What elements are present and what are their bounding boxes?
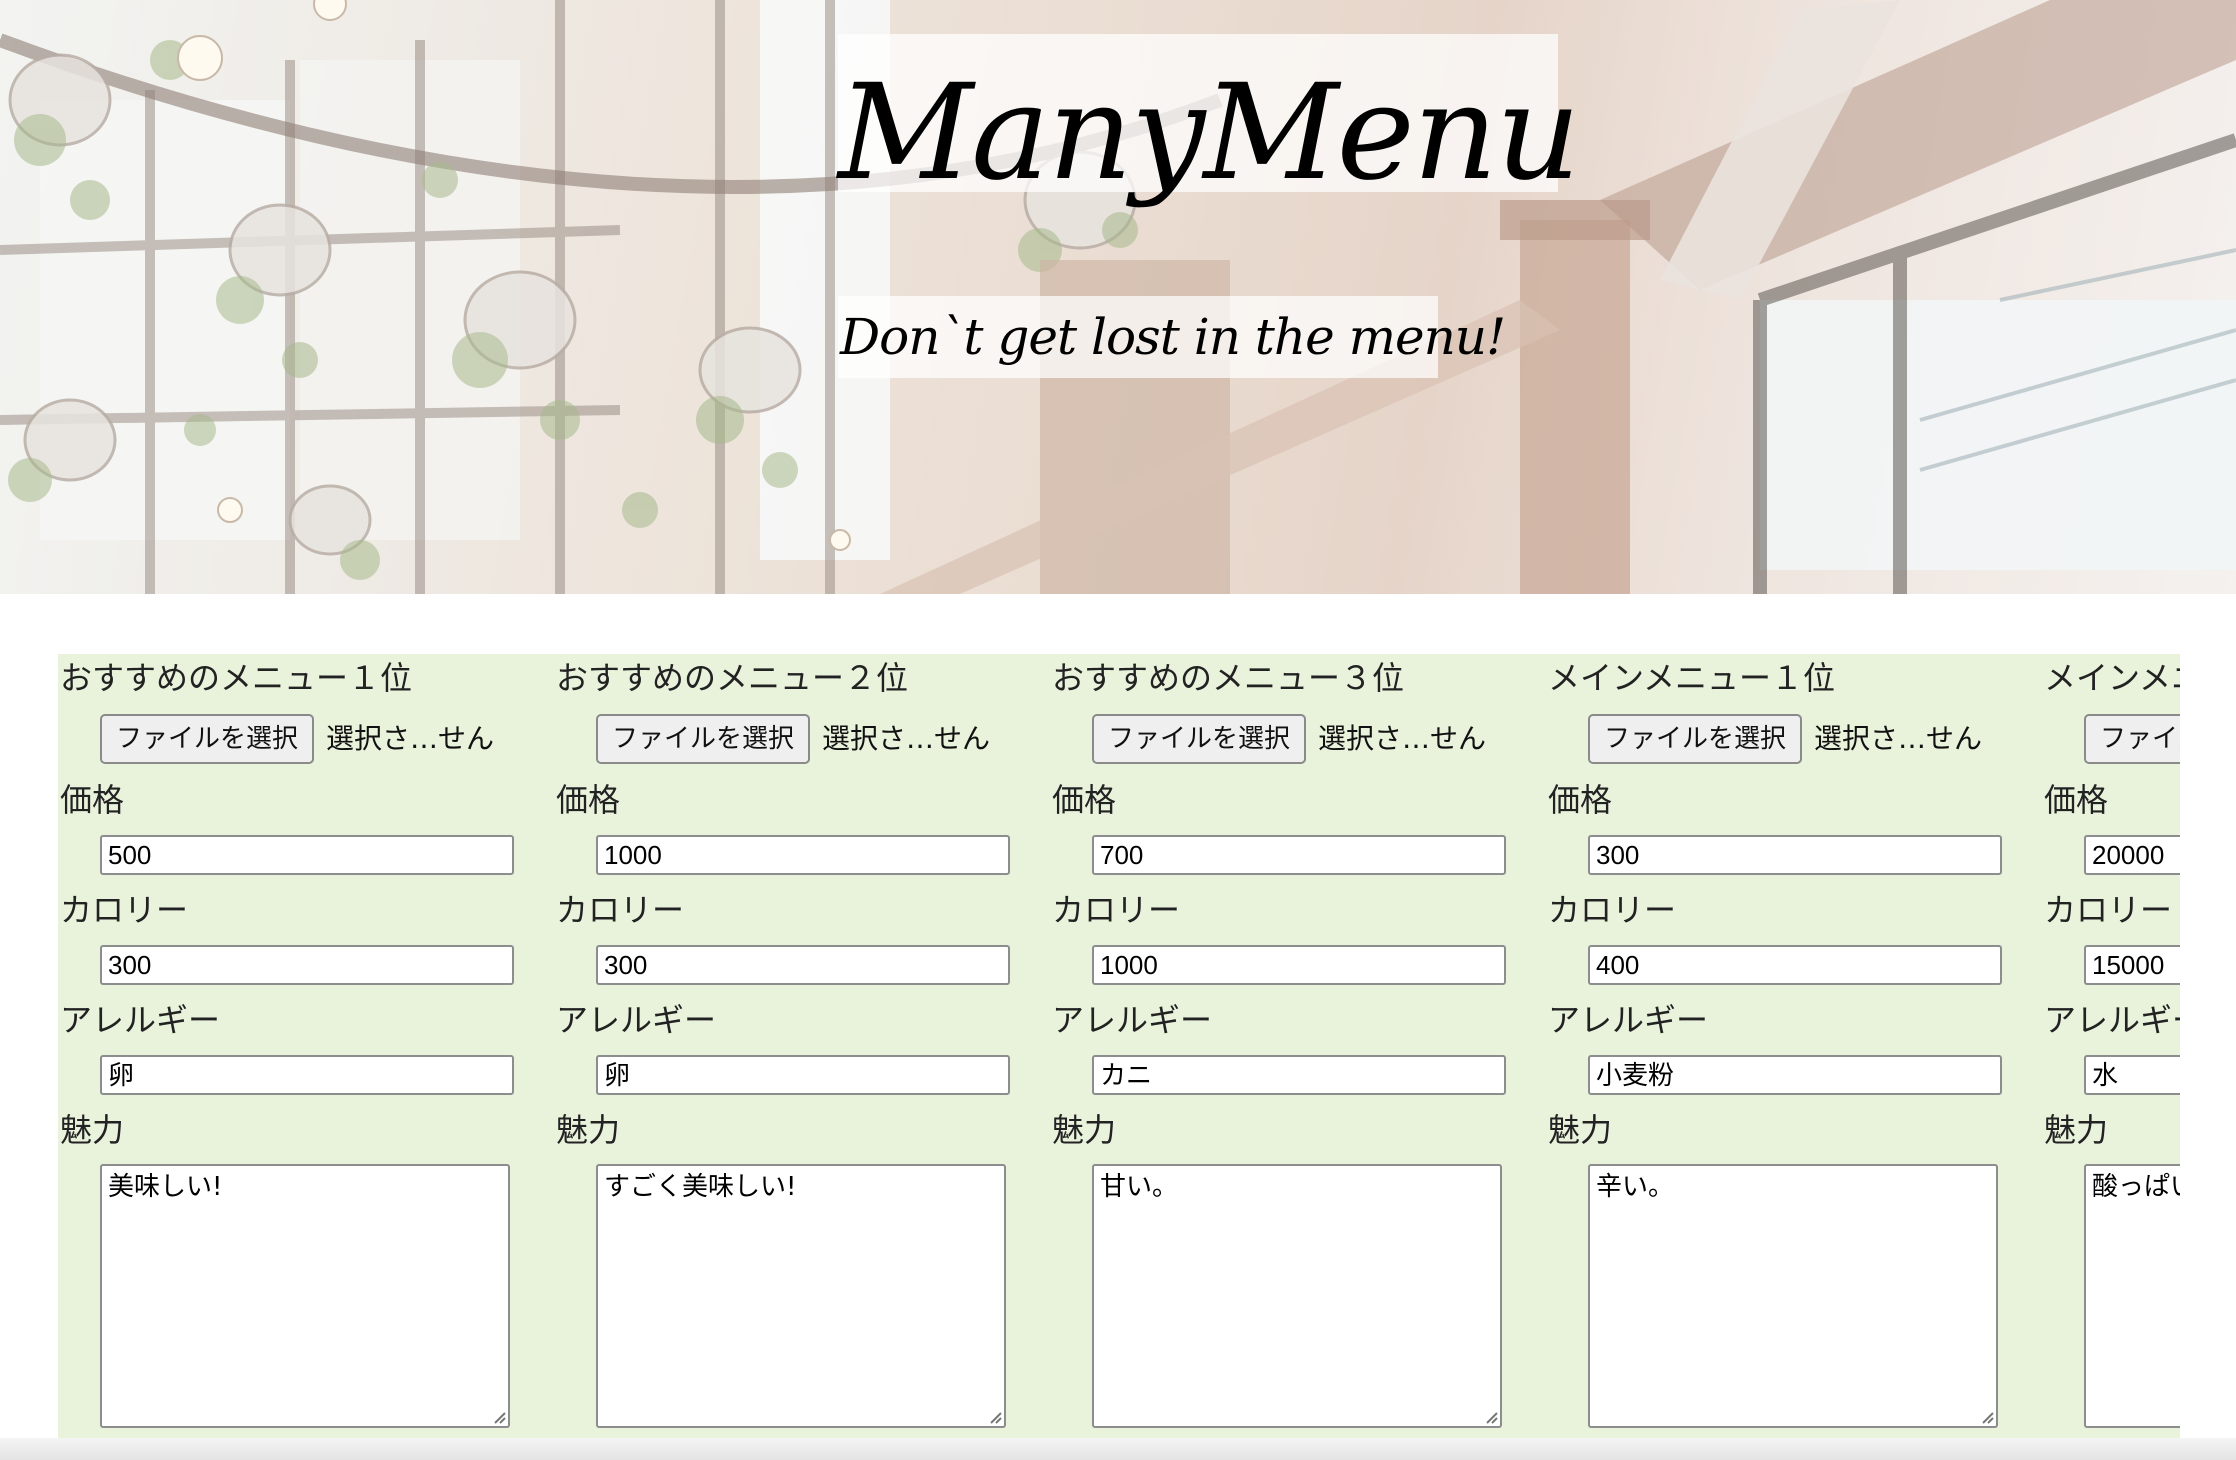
appeal-label: 魅力 xyxy=(1052,1111,1117,1149)
file-select-button[interactable]: ファイルを選択 xyxy=(100,714,314,764)
file-select-button[interactable]: ファイルを選択 xyxy=(1092,714,1306,764)
file-select-button[interactable]: ファイルを選択 xyxy=(2084,714,2180,764)
appeal-textarea[interactable]: 美味しい! xyxy=(100,1164,510,1428)
price-label: 価格 xyxy=(556,781,621,819)
menu-card-list: おすすめのメニュー１位 ファイルを選択 選択さ…せん 価格 500 カロリー 3… xyxy=(58,654,2180,1438)
price-label: 価格 xyxy=(60,781,125,819)
file-select-status: 選択さ…せん xyxy=(1318,722,1487,755)
file-select-status: 選択さ…せん xyxy=(1814,722,1983,755)
calories-input[interactable]: 1000 xyxy=(1092,945,1506,985)
calories-input[interactable]: 400 xyxy=(1588,945,2002,985)
appeal-text: 辛い。 xyxy=(1596,1172,1675,1202)
allergy-label: アレルギー xyxy=(60,1001,221,1039)
price-input[interactable]: 1000 xyxy=(596,835,1010,875)
menu-card: おすすめのメニュー３位 ファイルを選択 選択さ…せん 価格 700 カロリー 1… xyxy=(1050,654,1520,1438)
allergy-input[interactable]: 卵 xyxy=(596,1055,1010,1095)
price-input[interactable]: 20000 xyxy=(2084,835,2180,875)
menu-card-title: おすすめのメニュー３位 xyxy=(1052,659,1405,697)
allergy-input[interactable]: カニ xyxy=(1092,1055,1506,1095)
appeal-text: 美味しい! xyxy=(108,1172,223,1202)
calories-label: カロリー xyxy=(2044,891,2173,929)
appeal-text: すごく美味しい! xyxy=(604,1172,797,1202)
site-subtitle: Don`t get lost in the menu! xyxy=(840,308,1506,366)
resize-handle-icon[interactable] xyxy=(490,1408,506,1424)
allergy-label: アレルギー xyxy=(1052,1001,1213,1039)
resize-handle-icon[interactable] xyxy=(986,1408,1002,1424)
menu-card: メインメニュー２位 ファイルを選択 選択さ…せん 価格 20000 カロリー 1… xyxy=(2042,654,2180,1438)
menu-card-title: メインメニュー１位 xyxy=(1548,659,1836,697)
appeal-label: 魅力 xyxy=(1548,1111,1613,1149)
menu-card-title: おすすめのメニュー１位 xyxy=(60,659,413,697)
allergy-input[interactable]: 卵 xyxy=(100,1055,514,1095)
menu-card: メインメニュー１位 ファイルを選択 選択さ…せん 価格 300 カロリー 400… xyxy=(1546,654,2016,1438)
resize-handle-icon[interactable] xyxy=(1482,1408,1498,1424)
appeal-textarea[interactable]: 甘い。 xyxy=(1092,1164,1502,1428)
calories-label: カロリー xyxy=(1548,891,1677,929)
calories-input[interactable]: 300 xyxy=(596,945,1010,985)
site-title: ManyMenu xyxy=(838,56,1581,210)
price-input[interactable]: 700 xyxy=(1092,835,1506,875)
price-input[interactable]: 500 xyxy=(100,835,514,875)
menu-card-title: おすすめのメニュー２位 xyxy=(556,659,909,697)
calories-label: カロリー xyxy=(1052,891,1181,929)
calories-label: カロリー xyxy=(556,891,685,929)
price-label: 価格 xyxy=(1052,781,1117,819)
appeal-text: 甘い。 xyxy=(1100,1172,1179,1202)
file-select-button[interactable]: ファイルを選択 xyxy=(596,714,810,764)
price-label: 価格 xyxy=(1548,781,1613,819)
menu-card: おすすめのメニュー１位 ファイルを選択 選択さ…せん 価格 500 カロリー 3… xyxy=(58,654,528,1438)
calories-input[interactable]: 300 xyxy=(100,945,514,985)
calories-input[interactable]: 15000 xyxy=(2084,945,2180,985)
menu-card-title: メインメニュー２位 xyxy=(2044,659,2180,697)
file-select-button[interactable]: ファイルを選択 xyxy=(1588,714,1802,764)
allergy-input[interactable]: 小麦粉 xyxy=(1588,1055,2002,1095)
appeal-textarea[interactable]: すごく美味しい! xyxy=(596,1164,1006,1428)
appeal-text: 酸っぱい。 xyxy=(2092,1172,2180,1202)
appeal-textarea[interactable]: 酸っぱい。 xyxy=(2084,1164,2180,1428)
appeal-textarea[interactable]: 辛い。 xyxy=(1588,1164,1998,1428)
appeal-label: 魅力 xyxy=(60,1111,125,1149)
hero-banner: ManyMenu Don`t get lost in the menu! xyxy=(0,0,2236,594)
allergy-label: アレルギー xyxy=(556,1001,717,1039)
calories-label: カロリー xyxy=(60,891,189,929)
price-input[interactable]: 300 xyxy=(1588,835,2002,875)
file-select-status: 選択さ…せん xyxy=(326,722,495,755)
file-select-status: 選択さ…せん xyxy=(822,722,991,755)
resize-handle-icon[interactable] xyxy=(1978,1408,1994,1424)
appeal-label: 魅力 xyxy=(556,1111,621,1149)
allergy-input[interactable]: 水 xyxy=(2084,1055,2180,1095)
horizontal-scrollbar[interactable] xyxy=(0,1438,2236,1460)
price-label: 価格 xyxy=(2044,781,2109,819)
allergy-label: アレルギー xyxy=(2044,1001,2180,1039)
appeal-label: 魅力 xyxy=(2044,1111,2109,1149)
allergy-label: アレルギー xyxy=(1548,1001,1709,1039)
menu-card: おすすめのメニュー２位 ファイルを選択 選択さ…せん 価格 1000 カロリー … xyxy=(554,654,1024,1438)
